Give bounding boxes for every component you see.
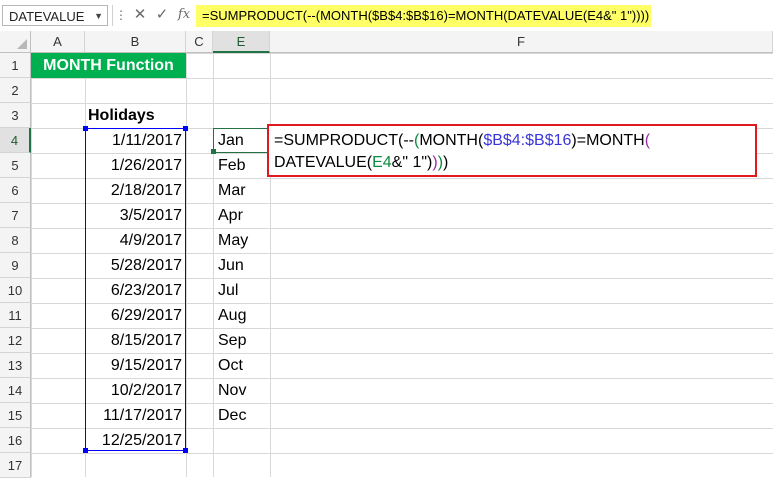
row-header-16[interactable]: 16	[0, 428, 31, 453]
formula-text: =SUMPRODUCT(--	[274, 132, 414, 149]
grid-line	[270, 53, 271, 477]
holiday-cell[interactable]: 1/26/2017	[85, 153, 186, 178]
month-cell[interactable]: Nov	[218, 378, 270, 403]
formula-cell-ref: E4	[372, 154, 392, 171]
row-header-12[interactable]: 12	[0, 328, 31, 353]
row-header-6[interactable]: 6	[0, 178, 31, 203]
row-header-15[interactable]: 15	[0, 403, 31, 428]
month-cell[interactable]: Aug	[218, 303, 270, 328]
row-header-5[interactable]: 5	[0, 153, 31, 178]
insert-function-icon[interactable]: fx	[174, 4, 194, 26]
month-cell[interactable]: Oct	[218, 353, 270, 378]
formula-bar: DATEVALUE ▼ ⋮ ✕ ✓ fx =SUMPRODUCT(--(MONT…	[0, 0, 773, 32]
holiday-cell[interactable]: 9/15/2017	[85, 353, 186, 378]
holidays-header[interactable]: Holidays	[88, 103, 186, 128]
select-all-corner[interactable]	[0, 31, 31, 53]
chevron-down-icon[interactable]: ▼	[94, 6, 103, 27]
formula-text: )=MONTH	[571, 132, 645, 149]
holiday-cell[interactable]: 5/28/2017	[85, 253, 186, 278]
formula-paren: (	[644, 132, 651, 149]
holiday-cell[interactable]: 12/25/2017	[85, 428, 186, 453]
month-cell[interactable]: Apr	[218, 203, 270, 228]
row-header-4[interactable]: 4	[0, 128, 31, 153]
month-cell[interactable]: Jul	[218, 278, 270, 303]
referenced-cell-e4	[211, 128, 270, 154]
row-header-3[interactable]: 3	[0, 103, 31, 128]
divider	[112, 5, 113, 26]
grid-line	[213, 53, 214, 477]
column-header-a[interactable]: A	[31, 31, 85, 53]
column-header-c[interactable]: C	[186, 31, 213, 53]
row-header-7[interactable]: 7	[0, 203, 31, 228]
month-cell[interactable]: Dec	[218, 403, 270, 428]
column-header-f[interactable]: F	[270, 31, 773, 53]
row-header-13[interactable]: 13	[0, 353, 31, 378]
row-header-10[interactable]: 10	[0, 278, 31, 303]
enter-icon[interactable]: ✓	[152, 4, 172, 26]
formula-text: MONTH(	[419, 132, 484, 149]
row-header-14[interactable]: 14	[0, 378, 31, 403]
month-cell[interactable]: May	[218, 228, 270, 253]
holiday-cell[interactable]: 8/15/2017	[85, 328, 186, 353]
holiday-cell[interactable]: 10/2/2017	[85, 378, 186, 403]
row-header-11[interactable]: 11	[0, 303, 31, 328]
month-cell[interactable]: Feb	[218, 153, 270, 178]
name-box[interactable]: DATEVALUE ▼	[2, 5, 108, 26]
row-header-9[interactable]: 9	[0, 253, 31, 278]
row-header-17[interactable]: 17	[0, 453, 31, 478]
row-header-1[interactable]: 1	[0, 53, 31, 78]
more-options-icon[interactable]: ⋮	[114, 4, 128, 26]
holiday-cell[interactable]: 2/18/2017	[85, 178, 186, 203]
month-cell[interactable]: Jun	[218, 253, 270, 278]
month-cell[interactable]: Sep	[218, 328, 270, 353]
formula-paren: )	[443, 154, 449, 171]
formula-input[interactable]: =SUMPRODUCT(--(MONTH($B$4:$B$16)=MONTH(D…	[196, 5, 651, 27]
formula-text: DATEVALUE(	[274, 154, 373, 171]
range-handle[interactable]	[83, 448, 88, 453]
row-header-8[interactable]: 8	[0, 228, 31, 253]
formula-text: &" 1")	[391, 154, 433, 171]
cell-formula-editor[interactable]: =SUMPRODUCT(--(MONTH($B$4:$B$16)=MONTH( …	[267, 124, 757, 177]
formula-line-2: DATEVALUE(E4&" 1"))))	[274, 152, 755, 174]
column-header-e[interactable]: E	[213, 31, 270, 53]
grid-line	[186, 53, 187, 477]
holiday-cell[interactable]: 1/11/2017	[85, 128, 186, 153]
row-header-2[interactable]: 2	[0, 78, 31, 103]
month-cell[interactable]: Mar	[218, 178, 270, 203]
formula-range-ref: $B$4:$B$16	[483, 132, 572, 149]
name-box-value: DATEVALUE	[9, 9, 85, 24]
holiday-cell[interactable]: 4/9/2017	[85, 228, 186, 253]
holiday-cell[interactable]: 6/29/2017	[85, 303, 186, 328]
range-handle[interactable]	[183, 126, 188, 131]
range-handle[interactable]	[183, 448, 188, 453]
range-handle[interactable]	[83, 126, 88, 131]
holiday-cell[interactable]: 3/5/2017	[85, 203, 186, 228]
formula-line-1: =SUMPRODUCT(--(MONTH($B$4:$B$16)=MONTH(	[274, 130, 755, 152]
fill-handle[interactable]	[211, 149, 216, 154]
column-header-b[interactable]: B	[85, 31, 186, 53]
cancel-icon[interactable]: ✕	[130, 4, 150, 26]
holiday-cell[interactable]: 6/23/2017	[85, 278, 186, 303]
holiday-cell[interactable]: 11/17/2017	[85, 403, 186, 428]
title-cell[interactable]: MONTH Function	[31, 53, 186, 78]
